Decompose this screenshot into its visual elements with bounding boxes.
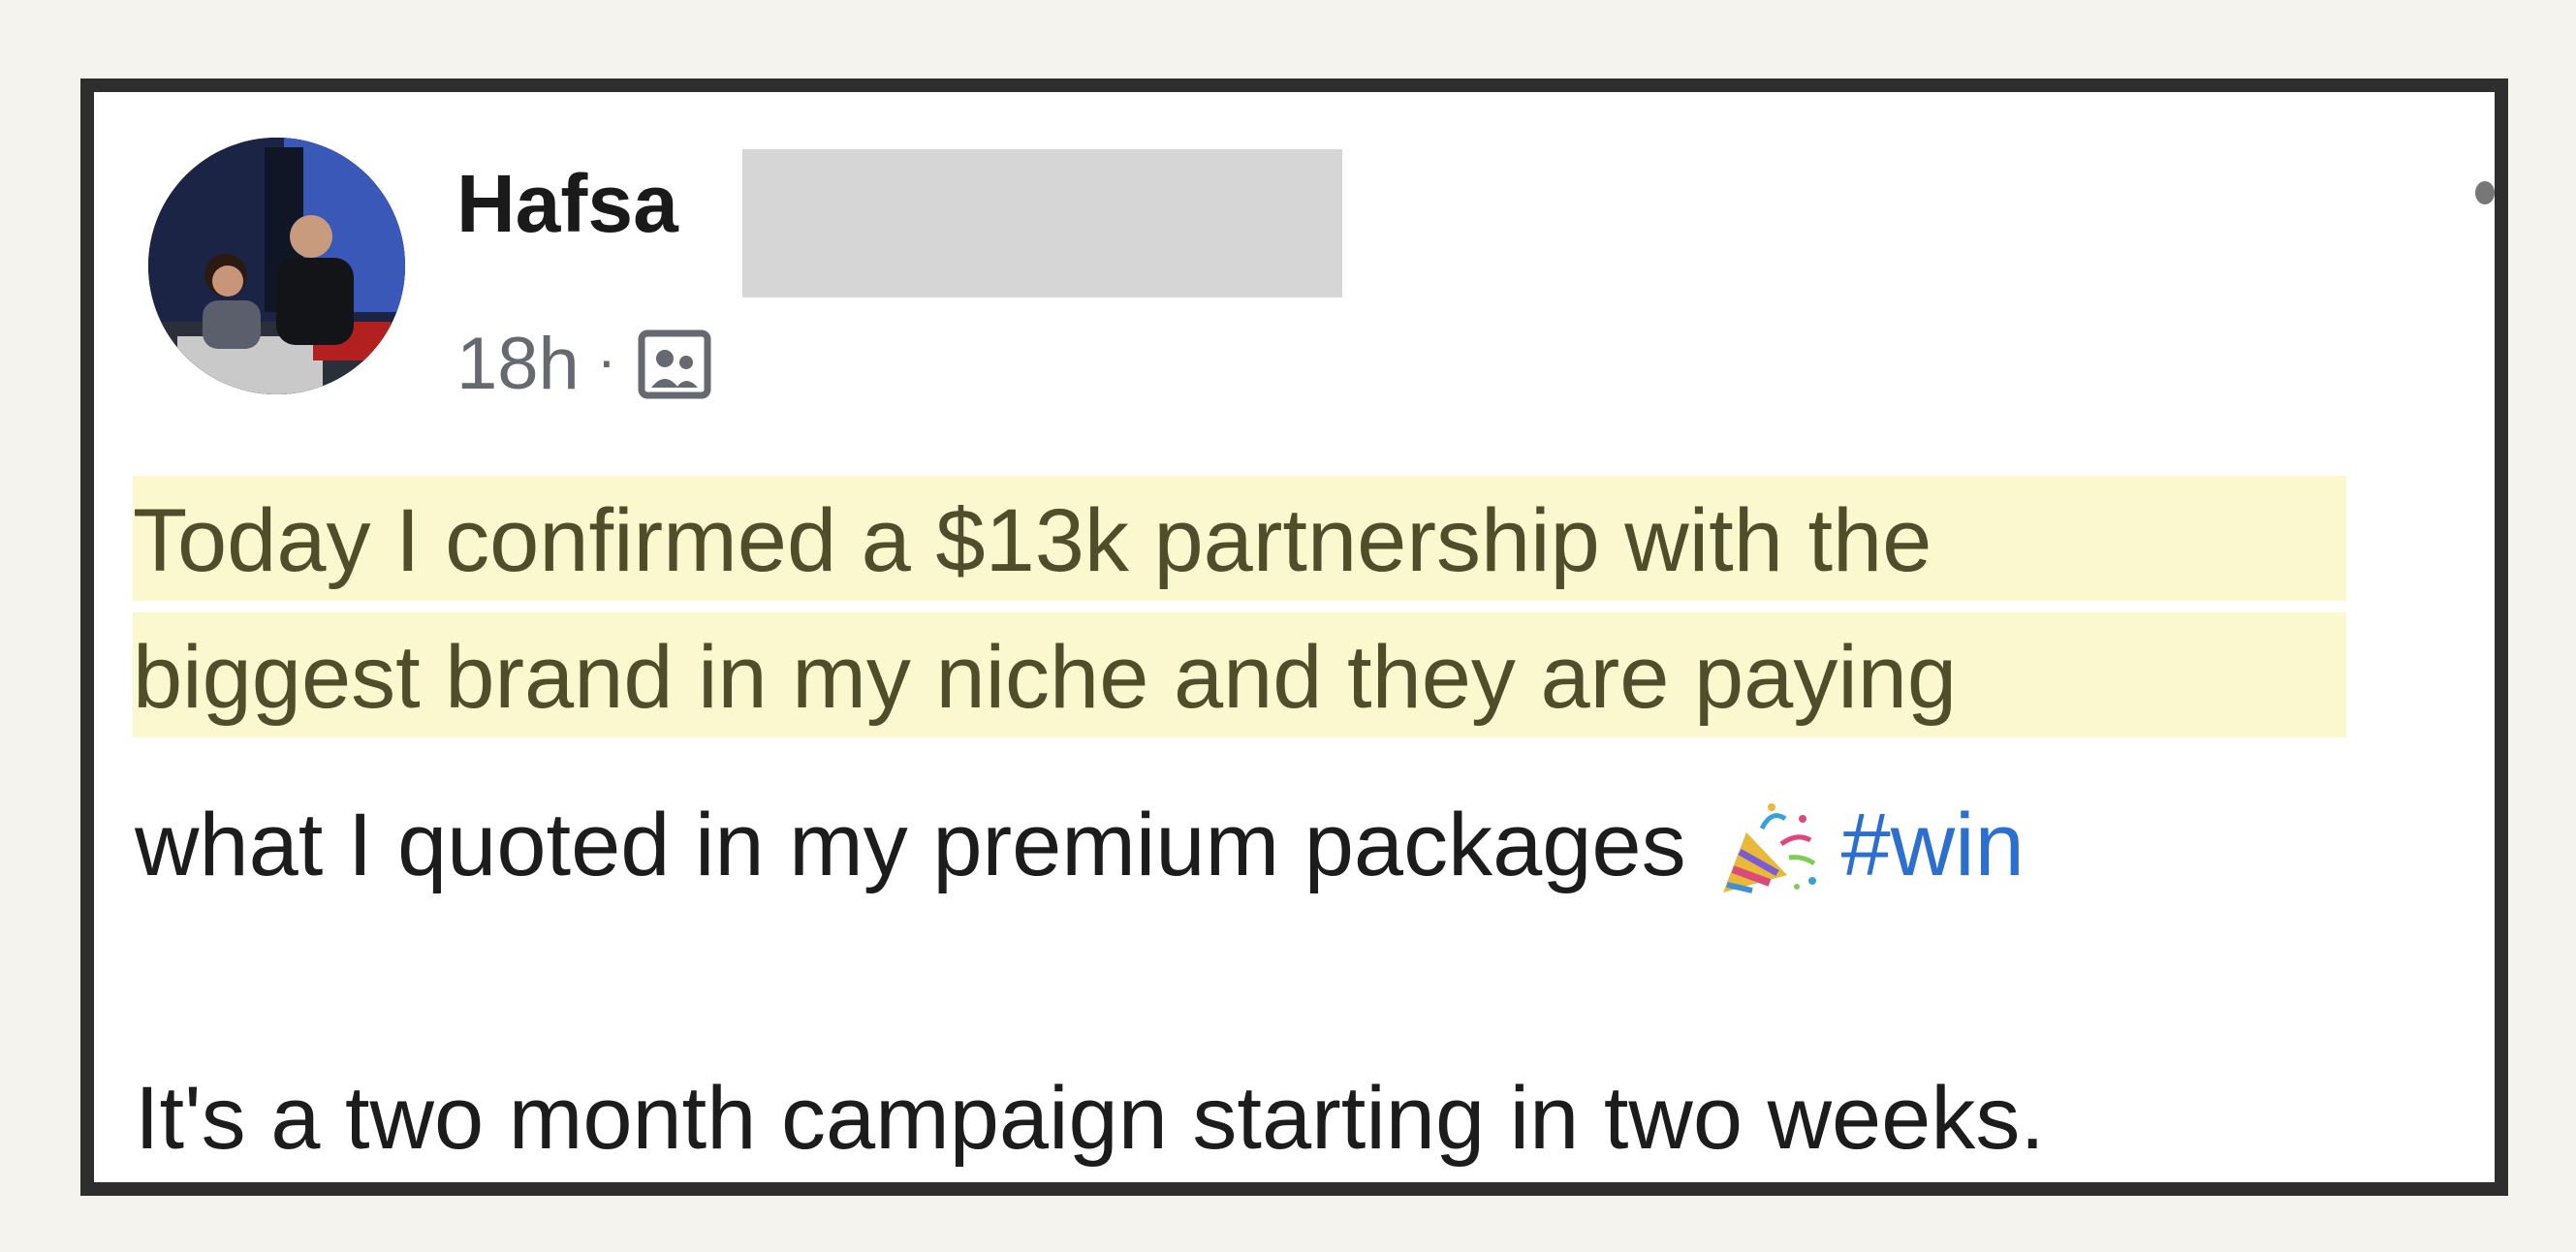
post-card: Hafsa 18h · Today I confirmed a $13k par… — [80, 78, 2508, 1196]
more-options-icon[interactable] — [2475, 181, 2495, 204]
redacted-last-name — [742, 149, 1342, 297]
meta-separator: · — [596, 328, 616, 392]
post-text-line-3: what I quoted in my premium packages #wi… — [135, 799, 2025, 896]
avatar-photo — [148, 138, 405, 394]
post-timestamp[interactable]: 18h — [456, 328, 580, 401]
post-meta: 18h · — [456, 321, 713, 408]
author-name[interactable]: Hafsa — [456, 163, 678, 244]
post-text-line-4: It's a two month campaign starting in tw… — [135, 1069, 2045, 1168]
post-text-line-1: Today I confirmed a $13k partnership wit… — [133, 491, 1932, 590]
party-popper-emoji-icon — [1713, 799, 1820, 896]
friends-audience-icon[interactable] — [636, 326, 713, 403]
post-text-line-2: biggest brand in my niche and they are p… — [133, 628, 1958, 727]
post-text-line-3-text: what I quoted in my premium packages — [135, 796, 1686, 894]
hashtag-win-link[interactable]: #win — [1841, 796, 2025, 894]
author-avatar[interactable] — [148, 138, 405, 394]
